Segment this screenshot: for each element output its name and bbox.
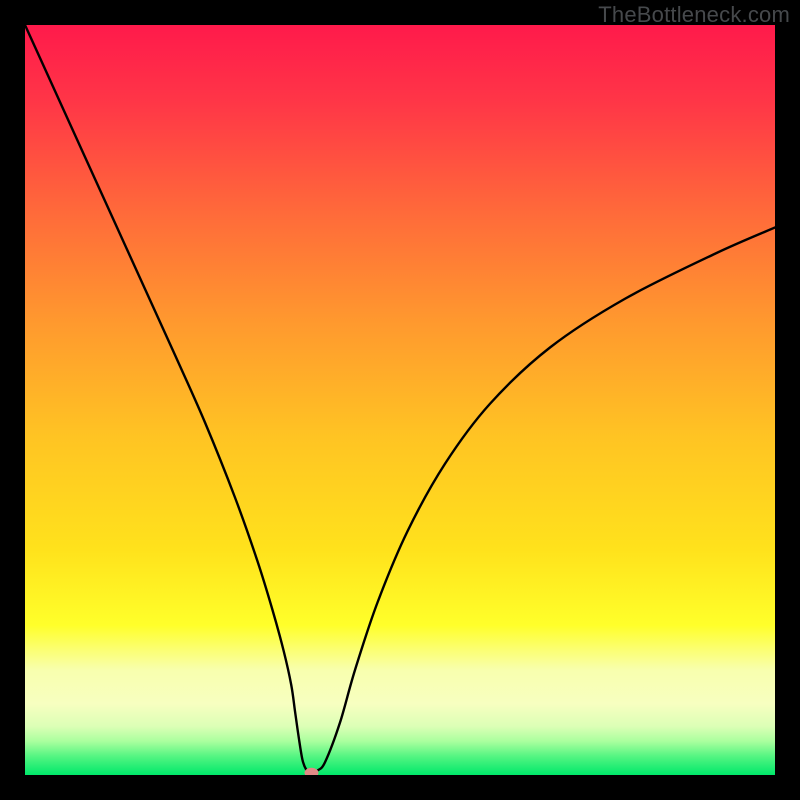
watermark-text: TheBottleneck.com <box>598 2 790 28</box>
bottleneck-chart <box>25 25 775 775</box>
gradient-background <box>25 25 775 775</box>
chart-frame: TheBottleneck.com <box>0 0 800 800</box>
